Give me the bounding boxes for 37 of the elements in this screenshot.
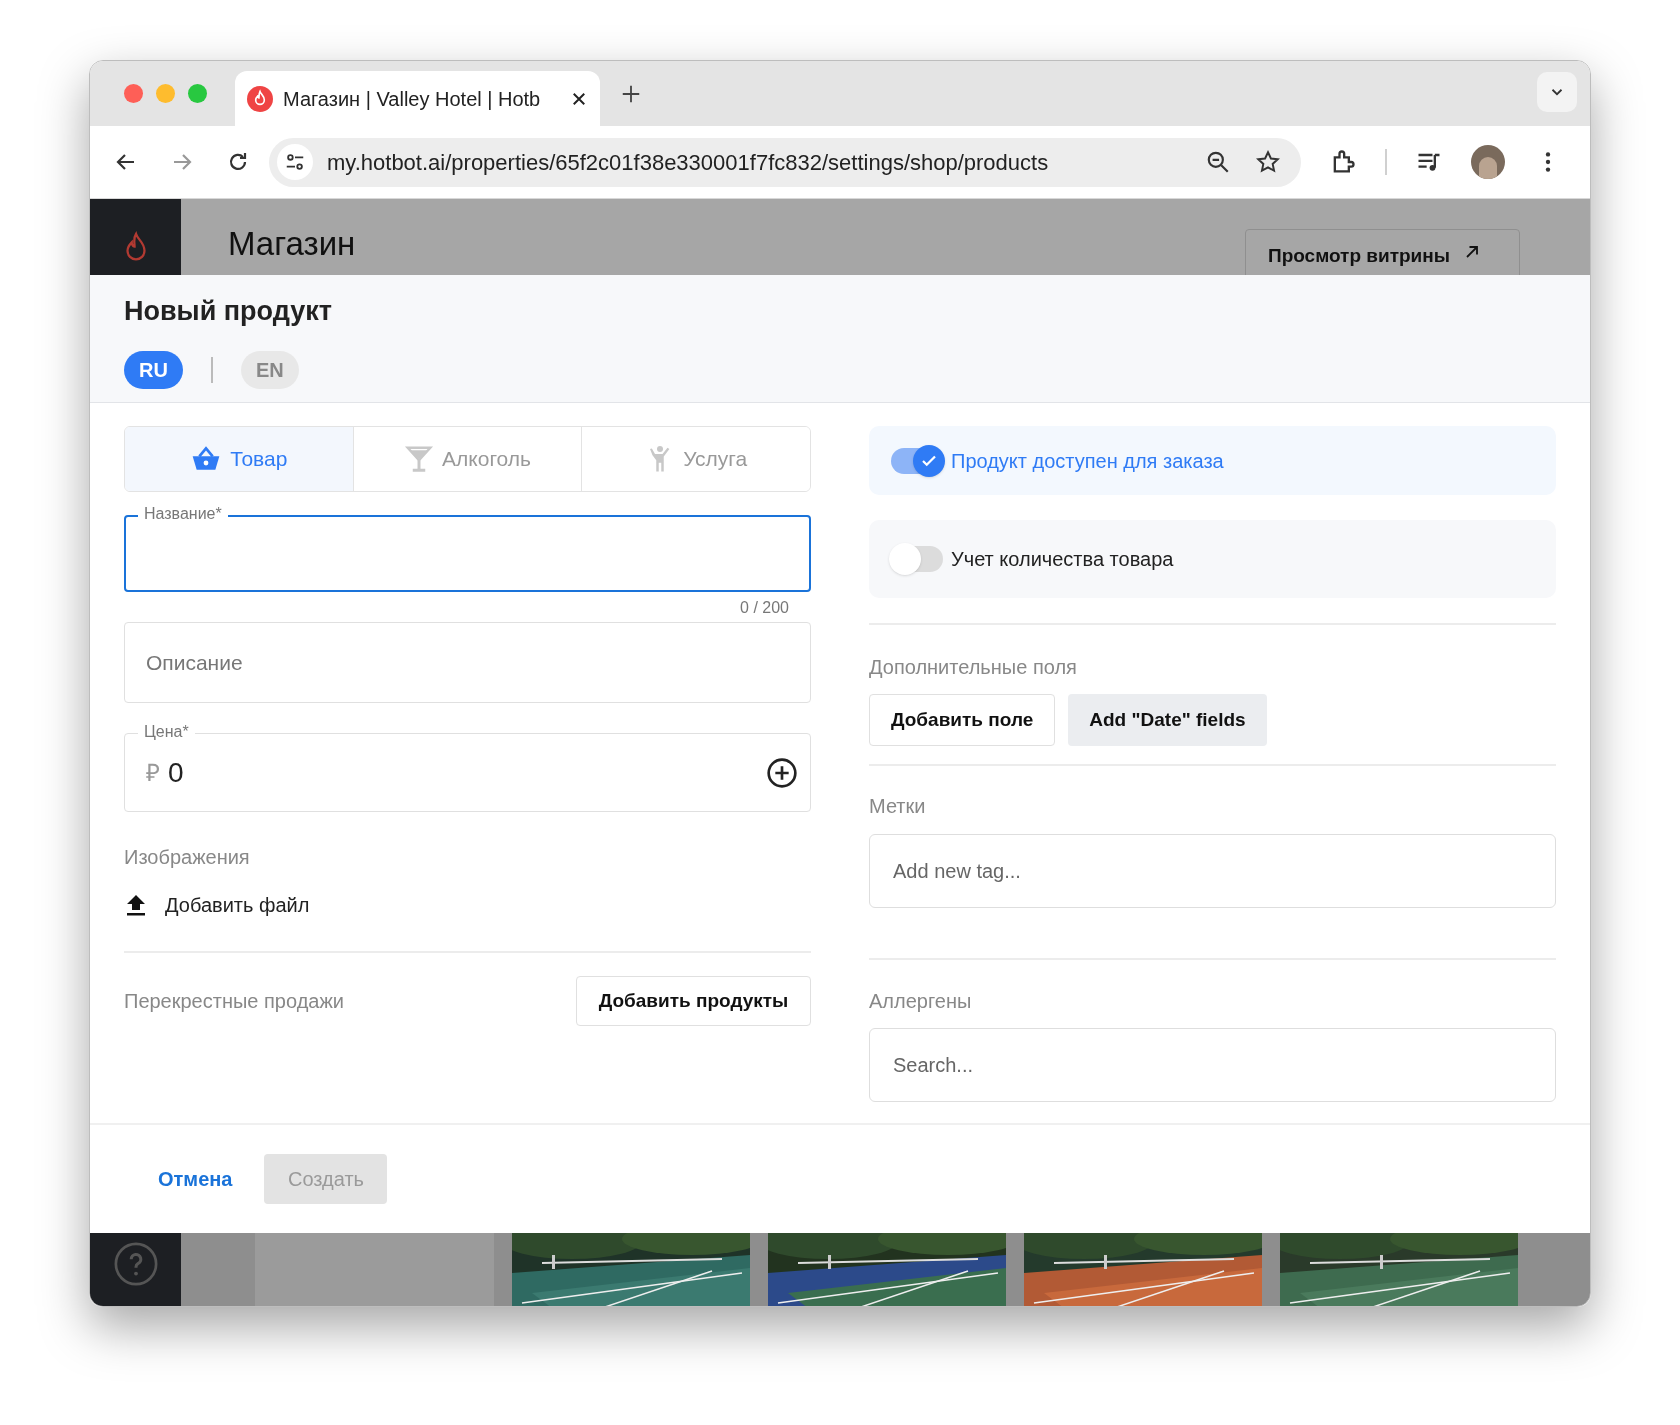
- flame-icon: [247, 85, 273, 112]
- add-products-button[interactable]: Добавить продукты: [576, 976, 811, 1026]
- section-label: Изображения: [124, 845, 251, 870]
- star-icon[interactable]: [1255, 149, 1281, 175]
- description-field[interactable]: Описание: [124, 622, 811, 703]
- tab-title: Магазин | Valley Hotel | Hotb: [283, 86, 542, 112]
- add-field-button[interactable]: Add "Date" fields: [1068, 694, 1267, 746]
- address-bar[interactable]: my.hotbot.ai/properties/65f2c01f38e330001f7fc832/settings/shop/products: [269, 137, 1301, 187]
- section-label: Перекрестные продажи: [124, 989, 344, 1014]
- language-tab[interactable]: RU: [124, 350, 183, 389]
- tag-input-field[interactable]: Add new tag...: [869, 834, 1556, 908]
- toggle-label: Продукт доступен для заказа: [951, 448, 1224, 474]
- character-counter: 0 / 200: [740, 598, 789, 618]
- price-input[interactable]: 0: [168, 752, 708, 793]
- page-title: Магазин: [228, 224, 356, 264]
- upload-icon: [124, 893, 148, 917]
- cocktail-glass-icon: [404, 444, 434, 474]
- section-label: Метки: [869, 794, 927, 819]
- site-settings-icon[interactable]: [284, 151, 306, 173]
- toggle-switch[interactable]: [891, 546, 943, 572]
- url-text: my.hotbot.ai/properties/65f2c01f38e330001f7fc832/settings/shop/products: [327, 148, 1050, 177]
- zoom-out-icon[interactable]: [1205, 149, 1231, 175]
- profile-avatar[interactable]: [1471, 145, 1505, 179]
- toggle-switch[interactable]: [891, 447, 943, 474]
- add-field-button[interactable]: Добавить поле: [869, 694, 1056, 746]
- add-file-button[interactable]: Добавить файл: [124, 890, 310, 920]
- field-label: Цена*: [138, 722, 195, 742]
- section-label: Аллергены: [869, 989, 973, 1014]
- plus-circle-icon[interactable]: [766, 756, 798, 789]
- type-tab[interactable]: Товар: [125, 427, 353, 491]
- browser-tab[interactable]: Магазин | Valley Hotel | Hotb: [235, 71, 600, 126]
- currency-symbol: ₽: [146, 757, 160, 788]
- dialog-title: Новый продукт: [124, 295, 333, 328]
- section-label: Дополнительные поля: [869, 655, 1078, 680]
- cancel-button[interactable]: Отмена: [158, 1164, 233, 1194]
- allergen-search-field[interactable]: Search...: [869, 1028, 1556, 1102]
- toggle-label: Учет количества товара: [951, 547, 1174, 572]
